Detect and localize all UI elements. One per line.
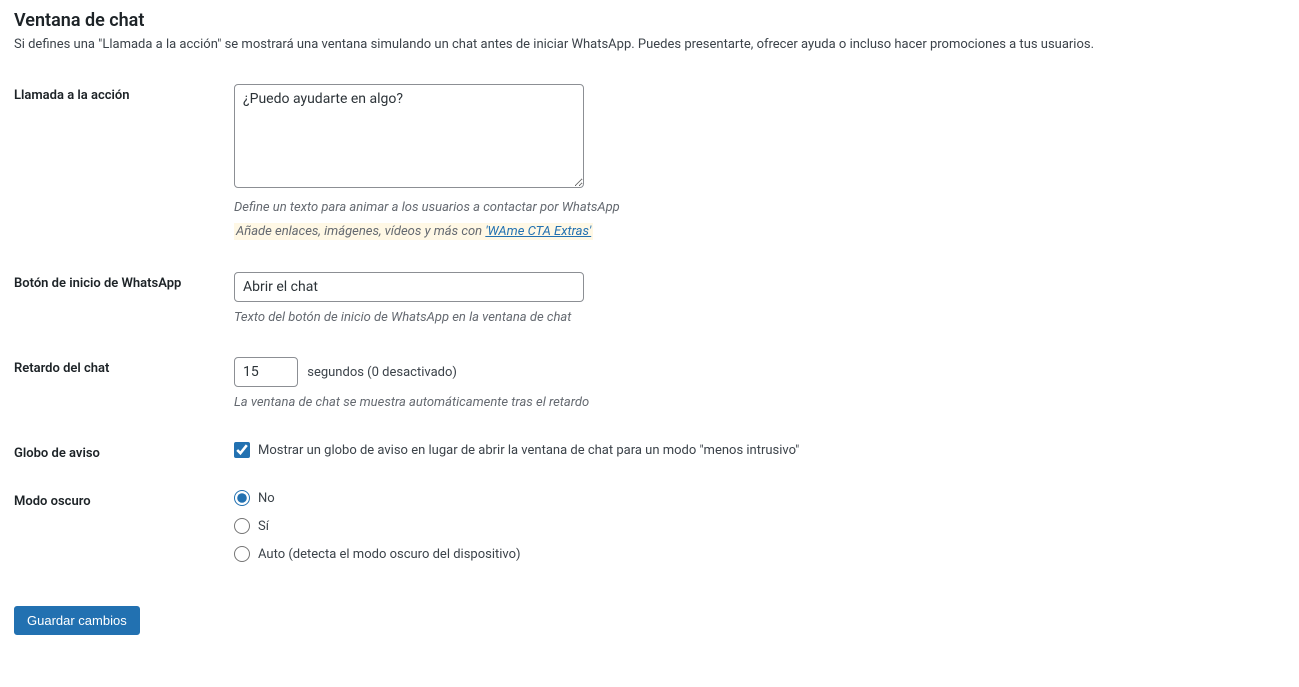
cta-textarea[interactable]: ¿Puedo ayudarte en algo? — [234, 84, 584, 188]
section-title: Ventana de chat — [14, 10, 1285, 31]
darkmode-radio-group: No Sí Auto (detecta el modo oscuro del d… — [234, 490, 1275, 562]
cta-label: Llamada a la acción — [14, 78, 234, 266]
cta-extras-prefix: Añade enlaces, imágenes, vídeos y más co… — [236, 224, 485, 239]
badge-checkbox-label: Mostrar un globo de aviso en lugar de ab… — [258, 443, 799, 458]
section-description: Si defines una "Llamada a la acción" se … — [14, 37, 1285, 52]
darkmode-radio-auto[interactable] — [234, 546, 250, 562]
button-description: Texto del botón de inicio de WhatsApp en… — [234, 310, 1275, 325]
badge-label: Globo de aviso — [14, 436, 234, 484]
delay-suffix: segundos (0 desactivado) — [307, 365, 457, 380]
darkmode-no-label: No — [258, 491, 275, 506]
darkmode-radio-yes[interactable] — [234, 518, 250, 534]
delay-label: Retardo del chat — [14, 351, 234, 436]
badge-checkbox[interactable] — [234, 442, 250, 458]
darkmode-radio-no[interactable] — [234, 490, 250, 506]
darkmode-yes-label: Sí — [258, 519, 269, 534]
button-label: Botón de inicio de WhatsApp — [14, 266, 234, 351]
delay-number-input[interactable] — [234, 357, 298, 387]
button-text-input[interactable] — [234, 272, 584, 302]
darkmode-auto-label: Auto (detecta el modo oscuro del disposi… — [258, 547, 521, 562]
cta-extras-note: Añade enlaces, imágenes, vídeos y más co… — [234, 223, 593, 240]
cta-extras-link[interactable]: 'WAme CTA Extras' — [485, 224, 591, 239]
save-button[interactable]: Guardar cambios — [14, 606, 140, 635]
settings-form-table: Llamada a la acción ¿Puedo ayudarte en a… — [14, 78, 1285, 588]
delay-description: La ventana de chat se muestra automática… — [234, 395, 1275, 410]
darkmode-label: Modo oscuro — [14, 484, 234, 588]
cta-description: Define un texto para animar a los usuari… — [234, 200, 1275, 215]
